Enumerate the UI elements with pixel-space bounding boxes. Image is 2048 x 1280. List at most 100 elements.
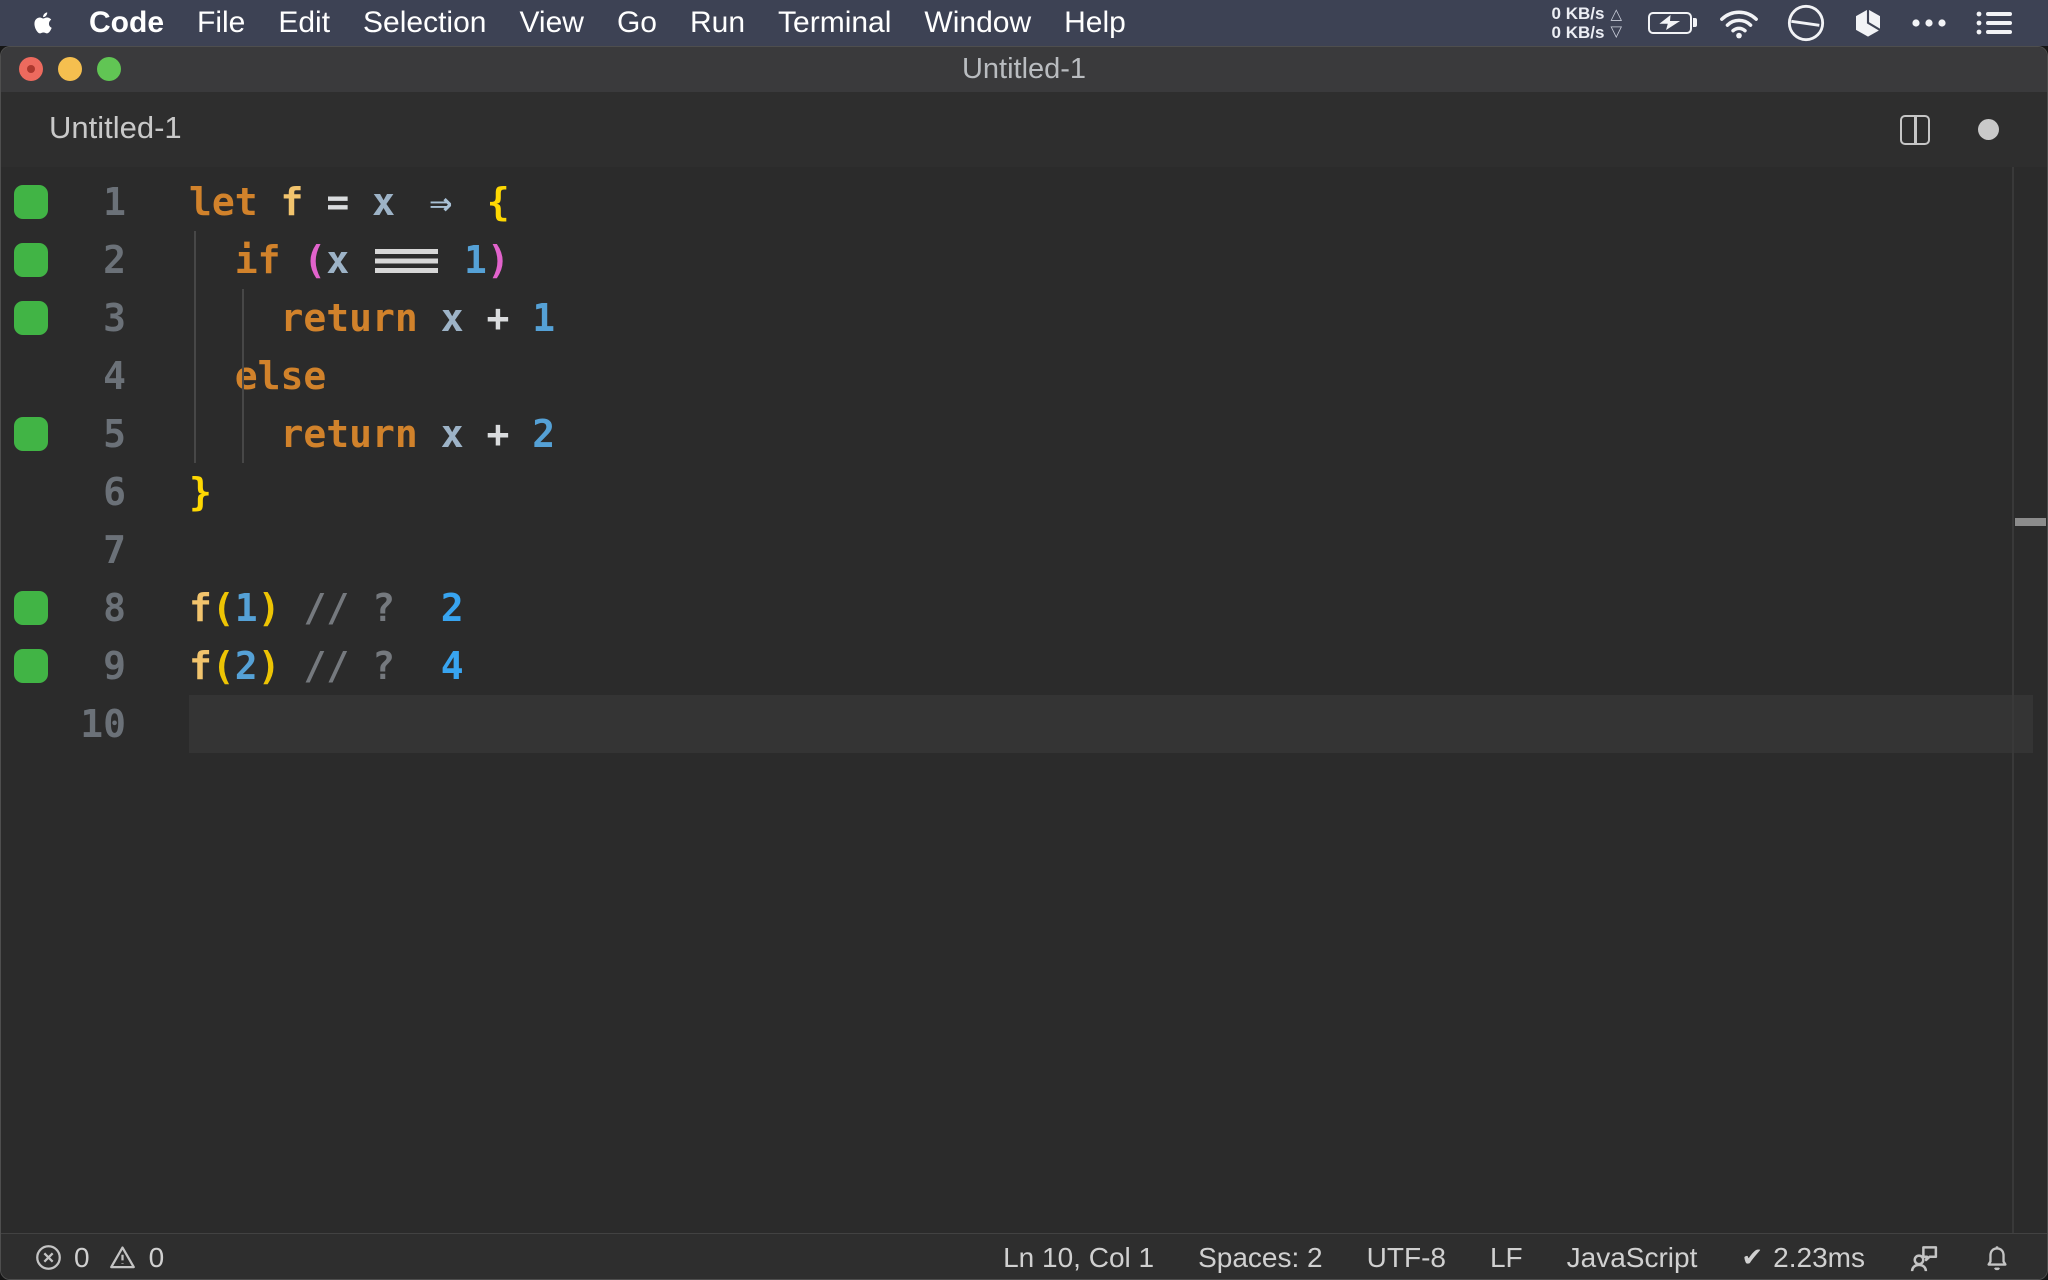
line-content[interactable] [189,695,2033,753]
menu-item-window[interactable]: Window [924,6,1031,40]
warning-count: 0 [148,1241,165,1273]
status-right: Ln 10, Col 1 Spaces: 2 UTF-8 LF JavaScri… [1003,1242,2047,1274]
line-content[interactable] [189,521,2047,579]
code-line-2[interactable]: 2 if (x 1) [1,231,2047,289]
status-notifications[interactable] [1983,1243,2011,1273]
code-line-7[interactable]: 7 [1,521,2047,579]
menu-item-edit[interactable]: Edit [278,6,330,40]
coverage-indicator [14,591,48,625]
indent-guide [194,405,196,463]
cube-app-icon[interactable] [1852,6,1884,40]
indent-guide [194,289,196,347]
line-content[interactable]: return x + 1 [189,289,2047,347]
code-line-9[interactable]: 9 f(2) // ? 4 [1,637,2047,695]
status-perf-time[interactable]: ✔ 2.23ms [1741,1242,1865,1274]
network-speed-widget[interactable]: 0 KB/s 0 KB/s △ ▽ [1552,4,1622,42]
menu-item-go[interactable]: Go [617,6,657,40]
token-res: 4 [440,644,464,688]
wifi-icon[interactable] [1718,7,1760,39]
split-editor-icon[interactable] [1900,114,1930,145]
code-line-8[interactable]: 8 f(1) // ? 2 [1,579,2047,637]
code-line-6[interactable]: 6} [1,463,2047,521]
token-cm: // ? [303,586,395,630]
coverage-gutter [1,521,61,579]
status-cursor-position[interactable]: Ln 10, Col 1 [1003,1242,1154,1274]
code-line-5[interactable]: 5 return x + 2 [1,405,2047,463]
menu-item-terminal[interactable]: Terminal [778,6,891,40]
line-number: 2 [103,238,126,282]
menu-bar: Code File Edit Selection View Go Run Terminal Wi… [0,0,2048,46]
token-kw: return [280,296,418,340]
menu-item-view[interactable]: View [519,6,583,40]
code-line-1[interactable]: 1 let f = x ⇒ { [1,173,2047,231]
line-content[interactable]: if (x 1) [189,231,2047,289]
token-py: ( [211,586,235,630]
tab-untitled-1[interactable]: Untitled-1 [49,110,182,146]
token-num: 2 [532,412,556,456]
overview-ruler-cursor-marker[interactable] [2015,518,2046,526]
token-fn: f [189,586,212,630]
coverage-gutter [1,231,61,289]
code-editor[interactable]: 1 let f = x ⇒ {2 if (x 1) 3 return x + 14 … [1,167,2047,1233]
menu-item-help[interactable]: Help [1064,6,1126,40]
token-kw: else [234,354,327,398]
coverage-indicator [14,649,48,683]
token-num: 1 [463,238,487,282]
token-kw: if [234,238,281,282]
menu-item-run[interactable]: Run [690,6,745,40]
more-dots-icon[interactable] [1910,17,1948,29]
line-content[interactable]: } [189,463,2047,521]
code-line-4[interactable]: 4 else [1,347,2047,405]
tab-actions [1900,92,1999,167]
battery-charging-icon[interactable] [1648,12,1697,34]
code-line-10[interactable]: 10 [1,695,2047,753]
menu-item-file[interactable]: File [197,6,245,40]
status-indentation[interactable]: Spaces: 2 [1198,1242,1323,1274]
line-content[interactable]: else [189,347,2047,405]
coverage-indicator [14,301,48,335]
menu-item-code[interactable]: Code [89,6,164,40]
indent-guide [194,231,196,289]
token-num: 1 [532,296,556,340]
line-content[interactable]: return x + 2 [189,405,2047,463]
line-number: 1 [103,180,126,224]
line-number: 9 [103,644,126,688]
token-num: 1 [234,586,258,630]
status-encoding[interactable]: UTF-8 [1367,1242,1446,1274]
coverage-gutter [1,695,61,753]
code-line-3[interactable]: 3 return x + 1 [1,289,2047,347]
line-content[interactable]: f(1) // ? 2 [189,579,2047,637]
status-feedback[interactable] [1909,1243,1939,1273]
warning-icon [109,1246,135,1269]
token-pm: ) [486,238,510,282]
editor-tab-bar: Untitled-1 [1,92,2047,167]
status-eol[interactable]: LF [1490,1242,1523,1274]
overview-ruler [2012,167,2014,1233]
line-content[interactable]: let f = x ⇒ { [189,173,2047,231]
token-fn: f [280,180,304,224]
line-content[interactable]: f(2) // ? 4 [189,637,2047,695]
clock-circle-icon[interactable] [1786,3,1826,43]
window-title-bar[interactable]: Untitled-1 [1,47,2047,92]
apple-menu-icon[interactable] [30,10,56,36]
unsaved-changes-dot-icon[interactable] [1978,119,1999,140]
list-menu-icon[interactable] [1974,8,2014,38]
check-icon: ✔ [1741,1242,1764,1273]
coverage-indicator [14,417,48,451]
indent-guide [242,405,244,463]
status-language-mode[interactable]: JavaScript [1567,1242,1698,1274]
line-number: 10 [80,702,126,746]
menu-item-selection[interactable]: Selection [363,6,486,40]
token-cm: // ? [303,644,395,688]
status-problems[interactable]: 0 0 [1,1242,164,1274]
